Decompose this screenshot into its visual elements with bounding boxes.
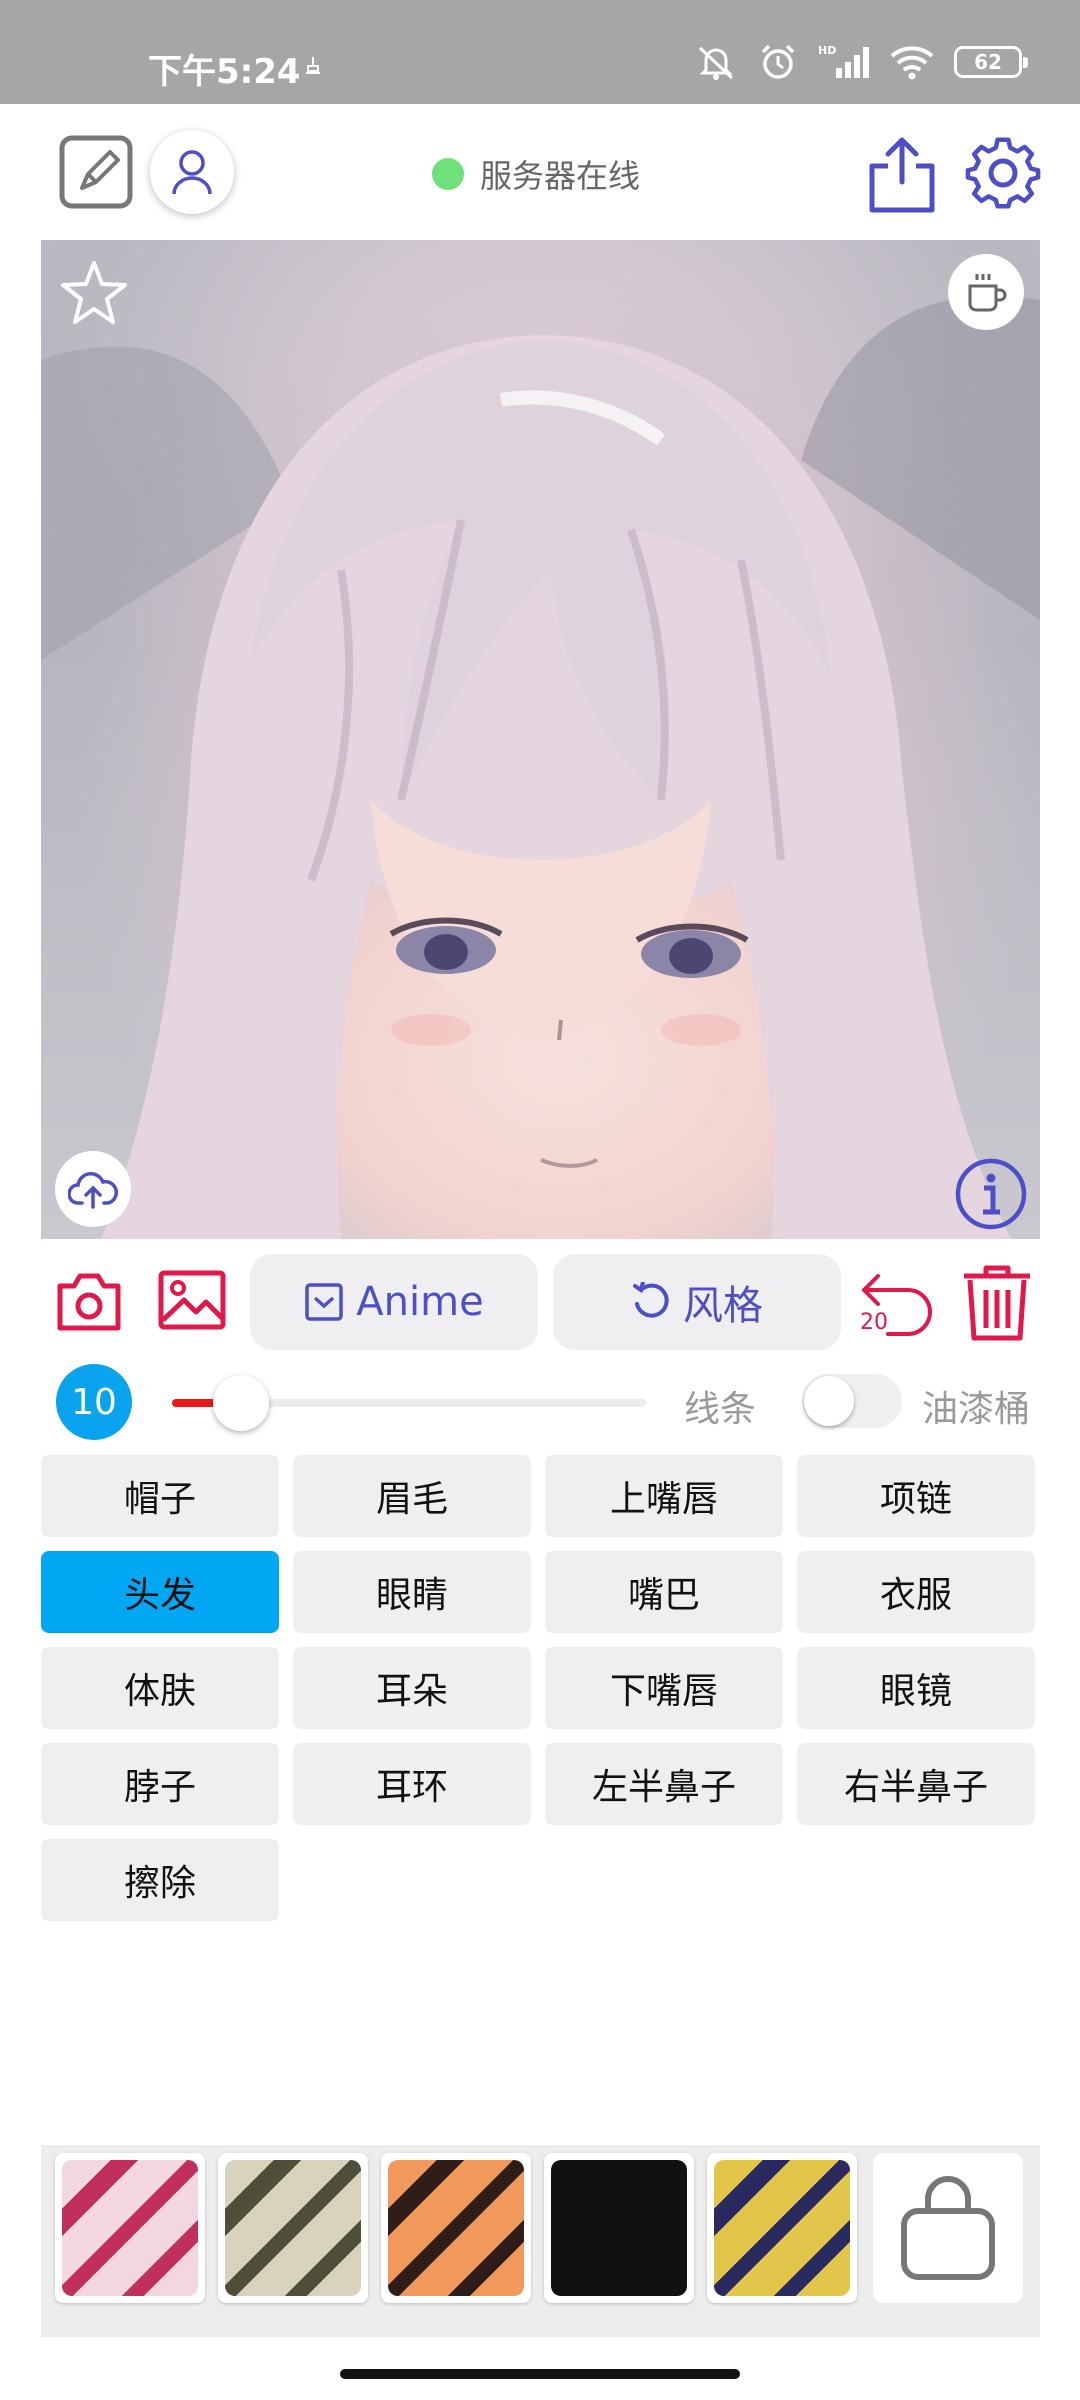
part-button[interactable]: 嘴巴 [545, 1551, 783, 1633]
upload-button[interactable] [55, 1151, 131, 1227]
part-button[interactable]: 上嘴唇 [545, 1455, 783, 1537]
bucket-label: 油漆桶 [922, 1389, 1031, 1430]
drawing-canvas[interactable] [41, 240, 1040, 1239]
part-button[interactable]: 体肤 [41, 1647, 279, 1729]
signal-icon: HD [818, 44, 869, 78]
anime-label: Anime [356, 1279, 484, 1325]
texture-swatch[interactable] [707, 2153, 857, 2303]
part-button[interactable]: 擦除 [41, 1839, 279, 1921]
texture-swatch[interactable] [55, 2153, 205, 2303]
part-button[interactable]: 头发 [41, 1551, 279, 1633]
status-icons: HD 62 [694, 42, 1028, 82]
share-icon[interactable] [866, 134, 938, 214]
part-button[interactable]: 眼镜 [797, 1647, 1035, 1729]
swatch-list [55, 2153, 857, 2303]
style-label: 风格 [683, 1283, 763, 1329]
cloud-upload-icon [68, 1172, 118, 1209]
bucket-toggle[interactable] [802, 1374, 902, 1428]
wifi-icon [890, 46, 934, 80]
user-icon [172, 150, 212, 195]
home-indicator [340, 2369, 740, 2379]
anime-icon [305, 1283, 344, 1321]
part-button[interactable]: 脖子 [41, 1743, 279, 1825]
status-time: 下午5:24 [148, 52, 301, 92]
edit-icon[interactable] [58, 134, 134, 210]
anime-button[interactable]: Anime [250, 1254, 538, 1350]
part-button[interactable]: 右半鼻子 [797, 1743, 1035, 1825]
star-icon[interactable] [59, 258, 129, 328]
coffee-icon [968, 274, 1007, 312]
style-button[interactable]: 风格 [553, 1254, 841, 1350]
status-bar: 下午5:24 HD 62 [0, 0, 1080, 104]
swatch-preview [714, 2160, 850, 2296]
swatch-preview [62, 2160, 198, 2296]
undo-count: 20 [860, 1310, 888, 1335]
texture-swatch[interactable] [218, 2153, 368, 2303]
brush-size-slider[interactable] [172, 1375, 646, 1431]
brush-size-indicator: 10 [56, 1364, 132, 1440]
refresh-icon [633, 1282, 669, 1318]
toggle-knob [804, 1376, 854, 1426]
line-mode-label: 线条 [684, 1389, 757, 1430]
slider-thumb[interactable] [212, 1375, 269, 1431]
shopping-bag-icon [901, 2176, 995, 2280]
online-dot [432, 158, 464, 190]
part-selector-grid: 帽子 眉毛 上嘴唇 项链头发 眼睛 嘴巴 衣服体肤 耳朵 下嘴唇 眼镜脖子 耳环 左半鼻子 右半鼻子擦除 [41, 1455, 1041, 1921]
svg-text:HD: HD [818, 44, 836, 57]
mute-icon [698, 46, 734, 80]
server-status-label: 服务器在线 [480, 157, 641, 195]
battery-indicator: 62 [954, 46, 1028, 78]
user-button[interactable] [150, 130, 234, 214]
notification-icon [306, 57, 320, 74]
gear-icon[interactable] [964, 134, 1042, 212]
texture-swatch[interactable] [544, 2153, 694, 2303]
camera-icon[interactable] [56, 1270, 122, 1332]
part-button[interactable]: 衣服 [797, 1551, 1035, 1633]
part-button[interactable]: 项链 [797, 1455, 1035, 1537]
part-button[interactable]: 下嘴唇 [545, 1647, 783, 1729]
info-icon[interactable] [954, 1157, 1028, 1231]
trash-icon[interactable] [960, 1262, 1034, 1342]
swatch-preview [551, 2160, 687, 2296]
part-button[interactable]: 左半鼻子 [545, 1743, 783, 1825]
server-status: 服务器在线 [432, 152, 640, 196]
swatch-preview [225, 2160, 361, 2296]
part-button[interactable]: 耳环 [293, 1743, 531, 1825]
swatch-preview [388, 2160, 524, 2296]
shop-button[interactable] [873, 2153, 1023, 2303]
texture-palette [41, 2145, 1040, 2337]
alarm-icon [761, 44, 795, 79]
anime-portrait [41, 295, 1040, 1239]
part-button[interactable]: 眉毛 [293, 1455, 531, 1537]
part-button[interactable]: 耳朵 [293, 1647, 531, 1729]
texture-swatch[interactable] [381, 2153, 531, 2303]
part-button[interactable]: 眼睛 [293, 1551, 531, 1633]
image-icon[interactable] [158, 1270, 226, 1330]
coffee-button[interactable] [948, 254, 1024, 330]
part-button[interactable]: 帽子 [41, 1455, 279, 1537]
